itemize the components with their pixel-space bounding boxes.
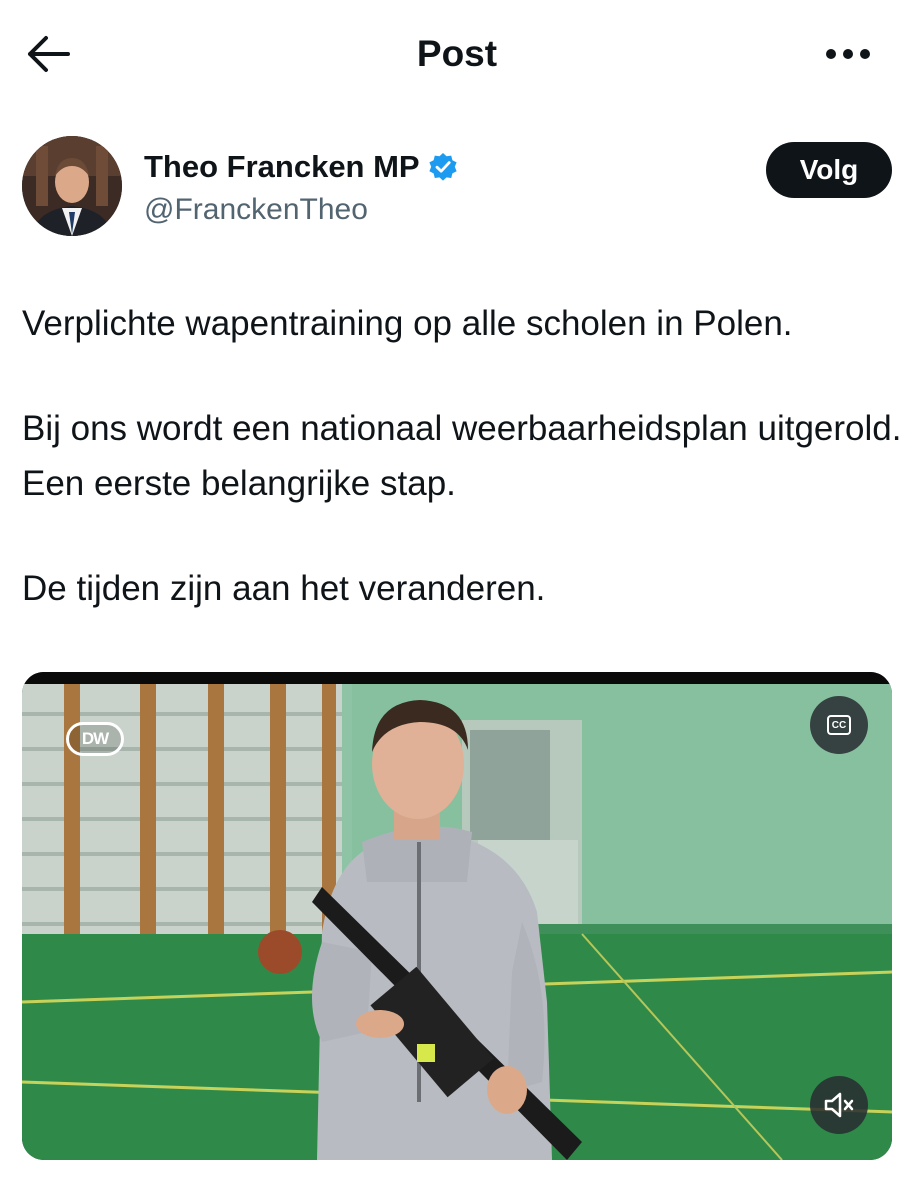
speaker-muted-icon [824,1092,854,1118]
more-options-button[interactable] [822,36,874,72]
top-bar: Post [0,0,914,110]
tweet-paragraph: De tijden zijn aan het veranderen. [22,569,546,608]
author-name[interactable]: Theo Francken MP [144,148,420,186]
dw-watermark: DW [66,722,124,756]
follow-button[interactable]: Volg [766,142,892,198]
tweet-paragraph: Bij ons wordt een nationaal weerbaarheid… [22,409,902,503]
author-name-row: Theo Francken MP [144,148,458,186]
page-title: Post [416,33,498,74]
verified-badge-icon [429,153,457,181]
closed-captions-icon: CC [827,715,851,735]
mute-button[interactable] [810,1076,868,1134]
more-horizontal-icon [826,49,870,59]
video-player[interactable]: DW CC [22,672,892,1160]
video-frame [22,672,892,1160]
author-row: Theo Francken MP @FranckenTheo Volg [22,136,892,240]
author-handle[interactable]: @FranckenTheo [144,191,368,229]
tweet-text: Verplichte wapentraining op alle scholen… [22,296,902,616]
captions-button[interactable]: CC [810,696,868,754]
tweet-paragraph: Verplichte wapentraining op alle scholen… [22,304,793,343]
avatar[interactable] [22,136,122,236]
